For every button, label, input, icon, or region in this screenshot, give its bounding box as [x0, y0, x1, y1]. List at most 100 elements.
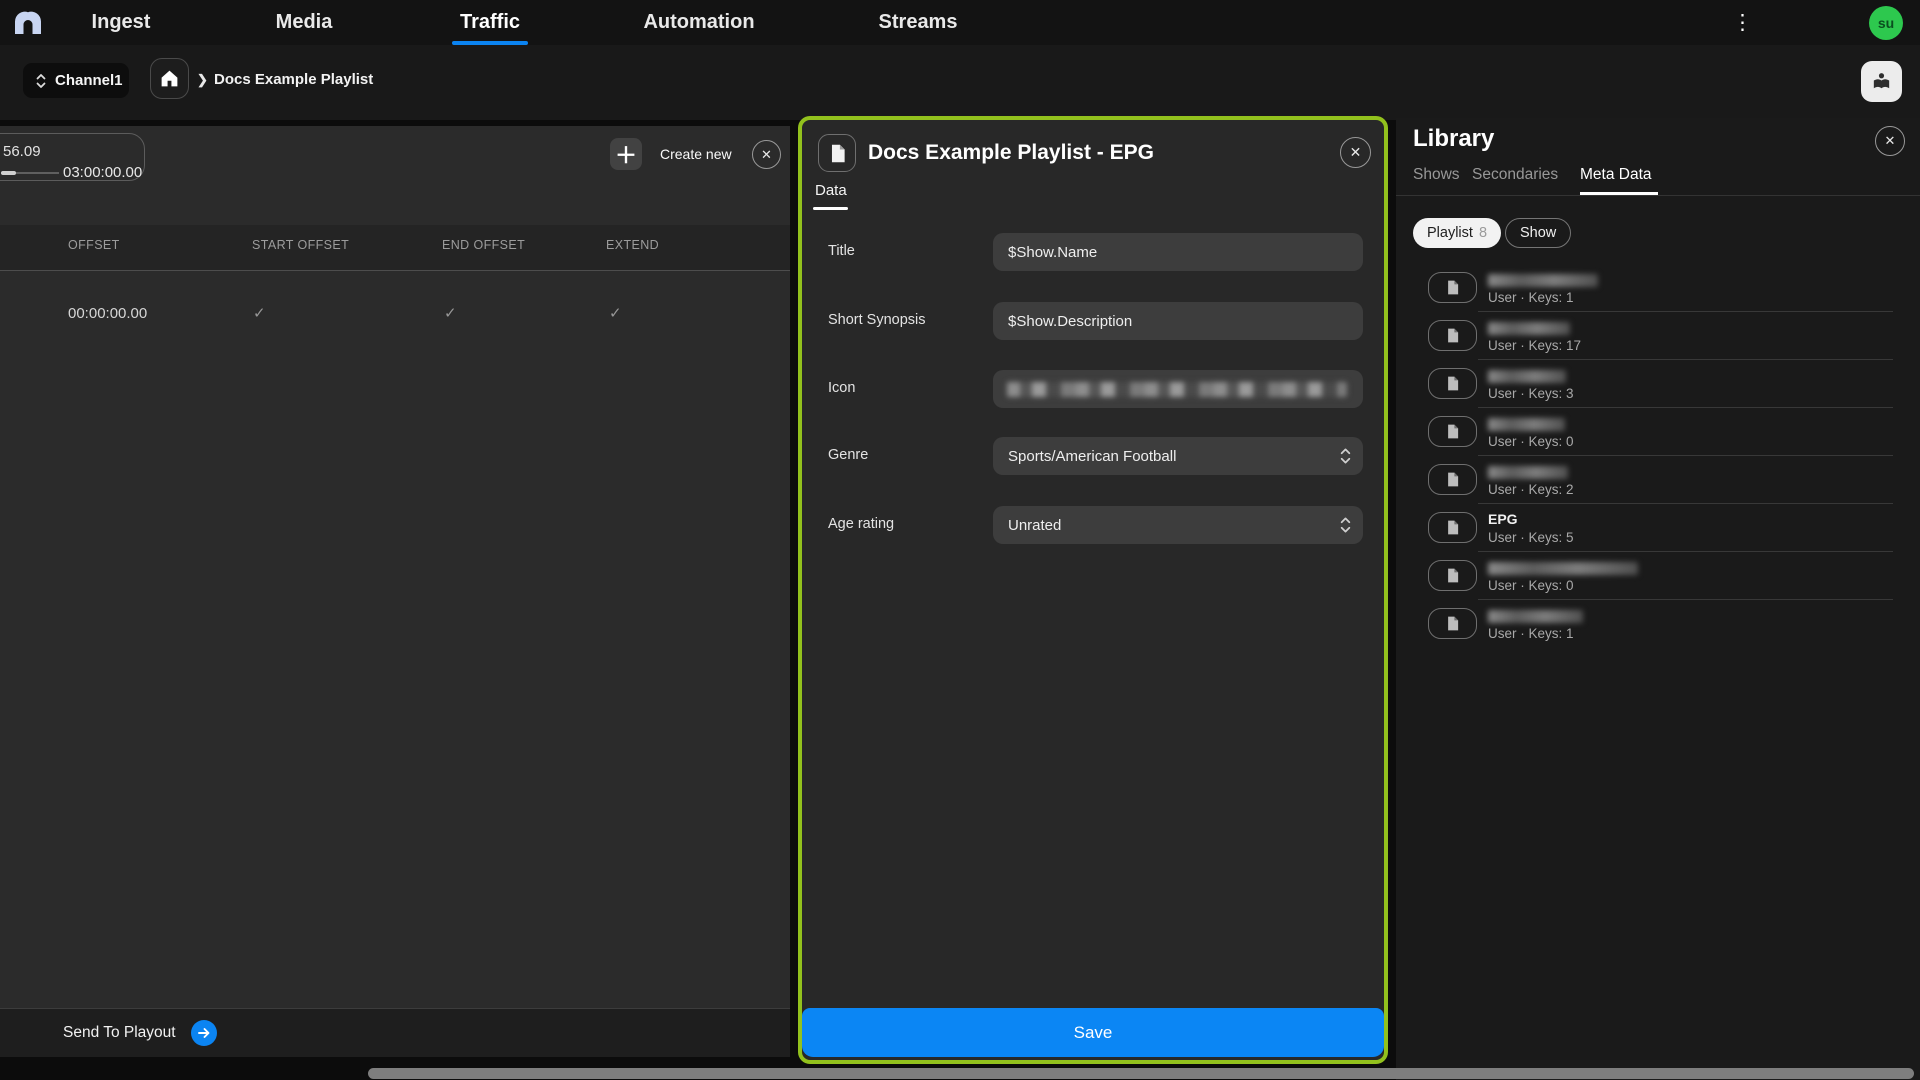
library-item-meta: User · Keys: 1	[1488, 290, 1574, 305]
arrow-right-icon	[191, 1020, 217, 1046]
timebox-progress-handle	[1, 171, 16, 175]
library-tab-meta-data[interactable]: Meta Data	[1580, 166, 1652, 184]
send-to-playout-label: Send To Playout	[63, 1024, 176, 1042]
row-offset-value: 00:00:00.00	[68, 305, 147, 322]
library-item[interactable]: User · Keys: 17	[1396, 312, 1920, 360]
timebox-duration: 56.09	[3, 143, 41, 160]
title-input[interactable]	[993, 233, 1363, 271]
library-item-meta: User · Keys: 5	[1488, 530, 1574, 545]
library-item[interactable]: User · Keys: 3	[1396, 360, 1920, 408]
document-icon	[1428, 464, 1477, 495]
redacted-name	[1488, 466, 1568, 479]
filter-playlist[interactable]: Playlist 8	[1413, 218, 1501, 248]
library-item[interactable]: User · Keys: 1	[1396, 264, 1920, 312]
create-new-label[interactable]: Create new	[660, 146, 732, 162]
document-icon	[1428, 608, 1477, 639]
library-list: User · Keys: 1 User · Keys: 17 User · Ke…	[1396, 264, 1920, 648]
close-panel-button[interactable]: ✕	[752, 140, 781, 169]
nav-tab-streams[interactable]: Streams	[879, 0, 958, 45]
document-icon	[1428, 512, 1477, 543]
redacted-name	[1488, 370, 1566, 383]
filter-playlist-count: 8	[1479, 225, 1487, 241]
document-icon	[1428, 368, 1477, 399]
short-synopsis-field-label: Short Synopsis	[828, 312, 926, 328]
send-to-playout-button[interactable]: Send To Playout	[63, 1020, 217, 1046]
short-synopsis-input[interactable]	[993, 302, 1363, 340]
library-title: Library	[1413, 125, 1494, 153]
nav-tab-traffic[interactable]: Traffic	[460, 0, 520, 45]
nav-tab-automation[interactable]: Automation	[643, 0, 754, 45]
genre-select-value: Sports/American Football	[1008, 448, 1340, 465]
table-header-row: OFFSET START OFFSET END OFFSET EXTEND	[0, 225, 790, 271]
nav-tab-media[interactable]: Media	[276, 0, 333, 45]
genre-select[interactable]: Sports/American Football	[993, 437, 1363, 475]
document-icon	[818, 134, 856, 172]
check-icon: ✓	[253, 304, 266, 322]
home-button[interactable]	[150, 58, 189, 99]
library-item-meta: User · Keys: 17	[1488, 338, 1581, 353]
horizontal-scrollbar-thumb[interactable]	[368, 1068, 1914, 1079]
filter-show[interactable]: Show	[1505, 218, 1571, 248]
document-icon	[1428, 560, 1477, 591]
library-item[interactable]: User · Keys: 2	[1396, 456, 1920, 504]
column-header-start-offset: START OFFSET	[252, 238, 349, 252]
redacted-name	[1488, 610, 1583, 623]
playlist-panel: 56.09 03:00:00.00 ＋ Create new ✕ OFFSET …	[0, 126, 790, 1057]
redacted-url-text	[1007, 382, 1347, 397]
table-row[interactable]: 00:00:00.00 ✓ ✓ ✓	[0, 272, 790, 324]
library-item[interactable]: User · Keys: 0	[1396, 408, 1920, 456]
app-root: Ingest Media Traffic Automation Streams …	[0, 0, 1920, 1080]
user-avatar[interactable]: su	[1869, 6, 1903, 40]
genre-field-label: Genre	[828, 447, 868, 463]
reader-icon	[1870, 70, 1893, 93]
modal-close-button[interactable]: ✕	[1340, 137, 1371, 168]
nav-tab-ingest[interactable]: Ingest	[92, 0, 151, 45]
channel-selector[interactable]: Channel1	[23, 63, 129, 98]
channel-selector-label: Channel1	[55, 72, 123, 89]
updown-chevrons-icon	[36, 73, 46, 89]
redacted-name	[1488, 562, 1638, 575]
library-toggle-button[interactable]	[1861, 61, 1902, 102]
timebox-end-time: 03:00:00.00	[63, 164, 142, 181]
library-item[interactable]: User · Keys: 0	[1396, 552, 1920, 600]
document-icon	[1428, 416, 1477, 447]
icon-field-label: Icon	[828, 380, 855, 396]
library-item-meta: User · Keys: 3	[1488, 386, 1574, 401]
timeline-range-box[interactable]: 56.09 03:00:00.00	[0, 133, 145, 181]
age-rating-select-value: Unrated	[1008, 517, 1340, 534]
breadcrumb-current: Docs Example Playlist	[214, 71, 373, 88]
tab-underline	[813, 207, 848, 210]
select-chevrons-icon	[1340, 516, 1351, 534]
divider	[1396, 195, 1920, 196]
redacted-name	[1488, 322, 1570, 335]
filter-show-label: Show	[1520, 225, 1556, 241]
library-close-button[interactable]: ✕	[1875, 126, 1905, 156]
library-item-meta: User · Keys: 0	[1488, 434, 1574, 449]
title-field-label: Title	[828, 243, 855, 259]
check-icon: ✓	[609, 304, 622, 322]
app-logo-icon[interactable]	[11, 5, 45, 39]
redacted-name	[1488, 274, 1598, 287]
modal-title: Docs Example Playlist - EPG	[868, 141, 1154, 165]
tab-data[interactable]: Data	[815, 182, 847, 199]
age-rating-select[interactable]: Unrated	[993, 506, 1363, 544]
column-header-offset: OFFSET	[68, 238, 120, 252]
check-icon: ✓	[444, 304, 457, 322]
create-new-button[interactable]: ＋	[610, 138, 642, 170]
library-item[interactable]: User · Keys: 1	[1396, 600, 1920, 648]
playlist-bottom-bar: Send To Playout	[0, 1008, 790, 1057]
library-item[interactable]: EPG User · Keys: 5	[1396, 504, 1920, 552]
document-icon	[1428, 272, 1477, 303]
column-header-extend: EXTEND	[606, 238, 659, 252]
library-tab-shows[interactable]: Shows	[1413, 166, 1460, 184]
library-item-meta: User · Keys: 2	[1488, 482, 1574, 497]
document-icon	[1428, 320, 1477, 351]
filter-playlist-label: Playlist	[1427, 225, 1473, 241]
breadcrumb-chevron-icon: ❯	[197, 72, 208, 88]
library-tab-secondaries[interactable]: Secondaries	[1472, 166, 1558, 184]
overflow-menu-icon[interactable]: ⋮	[1726, 0, 1759, 45]
save-button[interactable]: Save	[802, 1008, 1384, 1057]
column-header-end-offset: END OFFSET	[442, 238, 525, 252]
top-nav-bar: Ingest Media Traffic Automation Streams …	[0, 0, 1920, 45]
library-panel: Library ✕ Shows Secondaries Meta Data Pl…	[1396, 118, 1920, 1080]
